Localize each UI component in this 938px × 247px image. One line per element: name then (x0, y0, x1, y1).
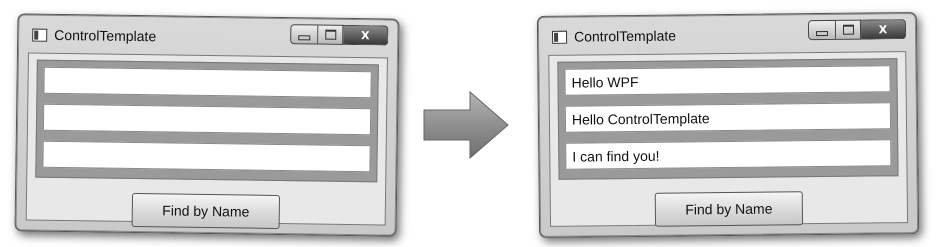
find-by-name-button[interactable]: Find by Name (654, 191, 804, 227)
textbox-3[interactable] (42, 140, 371, 173)
minimize-button[interactable] (290, 24, 319, 45)
minimize-icon (298, 34, 311, 40)
close-button[interactable]: X (860, 19, 907, 40)
textbox-1[interactable] (43, 66, 372, 99)
find-by-name-button[interactable]: Find by Name (131, 192, 281, 230)
client-area: Find by Name (25, 52, 388, 230)
app-window-icon (32, 28, 48, 42)
close-icon: X (878, 22, 888, 36)
caption-buttons: X (807, 19, 907, 41)
textbox-2[interactable] (42, 103, 372, 136)
textbox-panel (35, 59, 379, 183)
textbox-1[interactable]: Hello WPF (564, 65, 891, 96)
right-arrow-icon (423, 90, 509, 160)
minimize-icon (816, 30, 829, 36)
close-icon: X (360, 28, 370, 42)
window-title: ControlTemplate (573, 27, 677, 45)
window-after: ControlTemplate X Hello WPF Hello Contro… (536, 12, 920, 238)
caption-buttons: X (290, 24, 389, 46)
maximize-button[interactable] (835, 19, 862, 40)
maximize-button[interactable] (318, 24, 344, 45)
title-bar[interactable]: ControlTemplate X (18, 14, 398, 53)
app-window-icon (552, 30, 568, 44)
client-area: Hello WPF Hello ControlTemplate I can fi… (548, 51, 909, 227)
maximize-icon (324, 29, 336, 40)
title-bar[interactable]: ControlTemplate X (538, 13, 916, 51)
window-title: ControlTemplate (54, 26, 157, 45)
close-button[interactable]: X (343, 24, 389, 46)
minimize-button[interactable] (807, 19, 837, 41)
maximize-icon (842, 24, 854, 35)
textbox-3[interactable]: I can find you! (565, 139, 892, 170)
textbox-panel: Hello WPF Hello ControlTemplate I can fi… (557, 58, 899, 180)
window-before: ControlTemplate X Find by Name (14, 13, 400, 237)
textbox-2[interactable]: Hello ControlTemplate (564, 102, 892, 133)
